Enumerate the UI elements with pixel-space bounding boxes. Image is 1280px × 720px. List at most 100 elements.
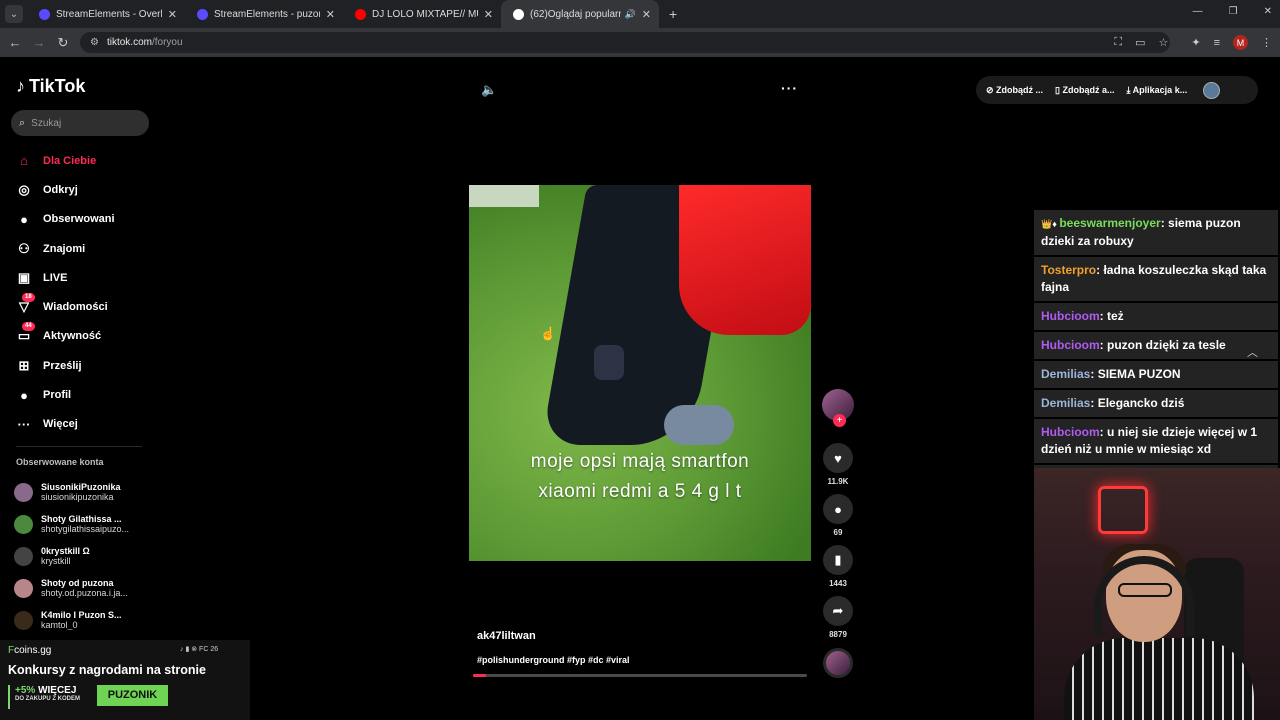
chat-message: Demilias: Elegancko dziś — [1034, 390, 1278, 417]
comment-button[interactable]: ● — [823, 494, 853, 524]
discount-plus: +5% — [15, 685, 36, 696]
search-input[interactable]: ⌕ Szukaj — [11, 110, 149, 136]
new-tab-icon[interactable]: + — [669, 6, 677, 22]
sidebar-item-label: Więcej — [43, 418, 78, 431]
sidebar-item-więcej[interactable]: ··· Więcej — [14, 410, 154, 439]
video-hashtags[interactable]: #polishunderground #fyp #dc #viral — [477, 655, 630, 665]
chat-message: Tosterpro: ładna koszuleczka skąd taka f… — [1034, 257, 1278, 301]
translate-icon[interactable]: ⛶ — [1114, 36, 1122, 49]
music-disc-icon[interactable] — [823, 648, 853, 678]
followed-account[interactable]: Shoty od puzona shoty.od.puzona.i.ja... — [14, 572, 154, 604]
browser-tab-bar: ⌄ StreamElements - Overlays✕StreamElemen… — [0, 0, 1280, 28]
video-player[interactable]: moje opsi mają smartfon xiaomi redmi a 5… — [469, 185, 811, 561]
cast-icon[interactable]: ▭ — [1135, 36, 1145, 49]
top-actions-bar: ⊘ Zdobądź ... ▯ Zdobądź a... ⤓ Aplikacja… — [976, 76, 1258, 104]
like-button[interactable]: ♥ — [823, 443, 853, 473]
sidebar-item-aktywność[interactable]: ▭ 44 Aktywność — [14, 322, 154, 351]
avatar — [14, 546, 33, 566]
chat-message: Hubcioom: puzon dzięki za tesle — [1034, 332, 1278, 359]
browser-tab[interactable]: StreamElements - puzonik ✕ — [185, 0, 343, 28]
sidebar-item-prześlij[interactable]: ⊞ Prześlij — [14, 351, 154, 380]
discount-subtext: DO ZAKUPU Z KODEM — [15, 696, 80, 702]
get-app-button[interactable]: ▯ Zdobądź a... — [1055, 85, 1114, 96]
sidebar-item-label: Dla Ciebie — [43, 154, 97, 167]
profile-avatar[interactable]: M — [1233, 35, 1248, 50]
followed-account[interactable]: SiusonikiPuzonika siusionikipuzonika — [14, 476, 154, 508]
forward-icon[interactable]: → — [27, 35, 51, 50]
streamer-webcam — [1034, 468, 1280, 720]
get-coins-label: Zdobądź ... — [996, 84, 1044, 95]
creator-avatar[interactable]: + — [822, 389, 854, 427]
restore-icon[interactable]: ❐ — [1229, 6, 1238, 17]
url-input[interactable]: ⚙ tiktok.com/foryou — [80, 32, 1170, 53]
search-placeholder: Szukaj — [31, 117, 62, 129]
sidebar-item-odkryj[interactable]: ◎ Odkryj — [14, 175, 154, 204]
sidebar-item-label: Znajomi — [43, 242, 86, 255]
follow-plus-icon[interactable]: + — [833, 414, 846, 427]
close-tab-icon[interactable]: ✕ — [642, 8, 651, 21]
followed-account[interactable]: 0krystkill Ωkrystkill — [14, 540, 154, 572]
site-info-icon[interactable]: ⚙ — [90, 37, 99, 48]
tab-search-icon[interactable]: ⌄ — [5, 5, 23, 23]
avatar — [14, 610, 33, 630]
sidebar-item-wiadomości[interactable]: ▽ 18 Wiadomości — [14, 292, 154, 321]
get-coins-button[interactable]: ⊘ Zdobądź ... — [986, 85, 1043, 96]
minimize-icon[interactable]: — — [1193, 6, 1203, 17]
share-button[interactable]: ➦ — [823, 596, 853, 626]
chat-nickname: Demilias — [1041, 396, 1091, 410]
user-avatar[interactable] — [1203, 81, 1221, 99]
sidebar-nav: ⌂ Dla Ciebie ◎ Odkryj ● Obserwowani ⚇ Znajomi ▣ L… — [14, 146, 154, 439]
sponsor-platform-icons: ♪ ▮ ⊗ FC 26 — [180, 646, 219, 653]
comment-count: 69 — [833, 528, 843, 537]
neon-sign — [1098, 486, 1148, 534]
account-username: kamtol_0 — [41, 620, 78, 630]
media-control-icon[interactable]: ≡ — [1214, 37, 1220, 49]
close-window-icon[interactable]: ✕ — [1264, 6, 1272, 17]
browser-tab[interactable]: DJ LOLO MIXTAPE// MUZA DO ✕ — [343, 0, 501, 28]
browser-tab[interactable]: StreamElements - Overlays ✕ — [27, 0, 185, 28]
sidebar-item-dla-ciebie[interactable]: ⌂ Dla Ciebie — [14, 146, 154, 175]
close-tab-icon[interactable]: ✕ — [168, 8, 177, 21]
sidebar-item-live[interactable]: ▣ LIVE — [14, 263, 154, 292]
tiktok-logo[interactable]: ♪ TikTok — [16, 76, 85, 97]
reload-icon[interactable]: ↻ — [51, 35, 75, 51]
discount-text: +5% WIĘCEJ — [15, 685, 92, 696]
chat-text: : SIEMA PUZON — [1090, 367, 1181, 381]
browser-tab[interactable]: (62)Oglądaj popularne film 🔊 ✕ — [501, 0, 659, 28]
extensions-icon[interactable]: ✦ — [1191, 36, 1200, 49]
followed-account[interactable]: K4milo I Puzon S... kamtol_0 — [14, 604, 154, 636]
sponsor-overlay: Fcoins.gg ♪ ▮ ⊗ FC 26 Konkursy z nagroda… — [0, 640, 250, 720]
volume-icon[interactable]: 🔈 — [481, 82, 497, 98]
back-icon[interactable]: ← — [3, 35, 27, 50]
video-progress-bar[interactable] — [473, 674, 807, 677]
desktop-app-button[interactable]: ⤓ Aplikacja k... — [1127, 85, 1188, 96]
notification-badge: 18 — [22, 293, 35, 303]
window-controls: — ❐ ✕ — [1193, 6, 1272, 17]
video-shoe — [664, 405, 734, 445]
sidebar-item-profil[interactable]: ● Profil — [14, 380, 154, 409]
bookmark-star-icon[interactable]: ☆ — [1158, 36, 1168, 49]
close-tab-icon[interactable]: ✕ — [484, 8, 493, 21]
sidebar-item-obserwowani[interactable]: ● Obserwowani — [14, 205, 154, 234]
get-app-label: Zdobądź a... — [1062, 84, 1115, 95]
heart-icon: ♥ — [834, 450, 842, 466]
chat-message: 👑♦ beeswarmenjoyer: siema puzon dzieki z… — [1034, 210, 1278, 255]
account-username: shotygilathissaipuzo... — [41, 524, 130, 534]
video-caption-line: xiaomi redmi a 5 4 g l t — [538, 481, 742, 502]
chat-nickname: Tosterpro — [1041, 263, 1097, 277]
save-count: 1443 — [829, 579, 847, 588]
chat-message: Hubcioom: u niej sie dzieje więcej w 1 d… — [1034, 419, 1278, 463]
tab-audio-icon[interactable]: 🔊 — [625, 9, 636, 20]
video-author[interactable]: ak47liltwan — [477, 630, 536, 642]
sidebar-item-znajomi[interactable]: ⚇ Znajomi — [14, 234, 154, 263]
tab-favicon-icon — [355, 8, 366, 20]
save-button[interactable]: ▮ — [823, 545, 853, 575]
followed-account[interactable]: Shoty Gilathissa ... shotygilathissaipuzo… — [14, 508, 154, 540]
video-caption-line: moje opsi mają smartfon — [530, 451, 750, 472]
close-tab-icon[interactable]: ✕ — [326, 8, 335, 21]
activity-icon: ▭ 44 — [14, 322, 35, 346]
chevron-up-icon: ︿ — [1247, 347, 1258, 359]
sponsor-title: Konkursy z nagrodami na stronie — [8, 663, 206, 677]
browser-menu-icon[interactable]: ⋮ — [1261, 36, 1272, 49]
more-options-icon[interactable]: ··· — [781, 80, 798, 96]
